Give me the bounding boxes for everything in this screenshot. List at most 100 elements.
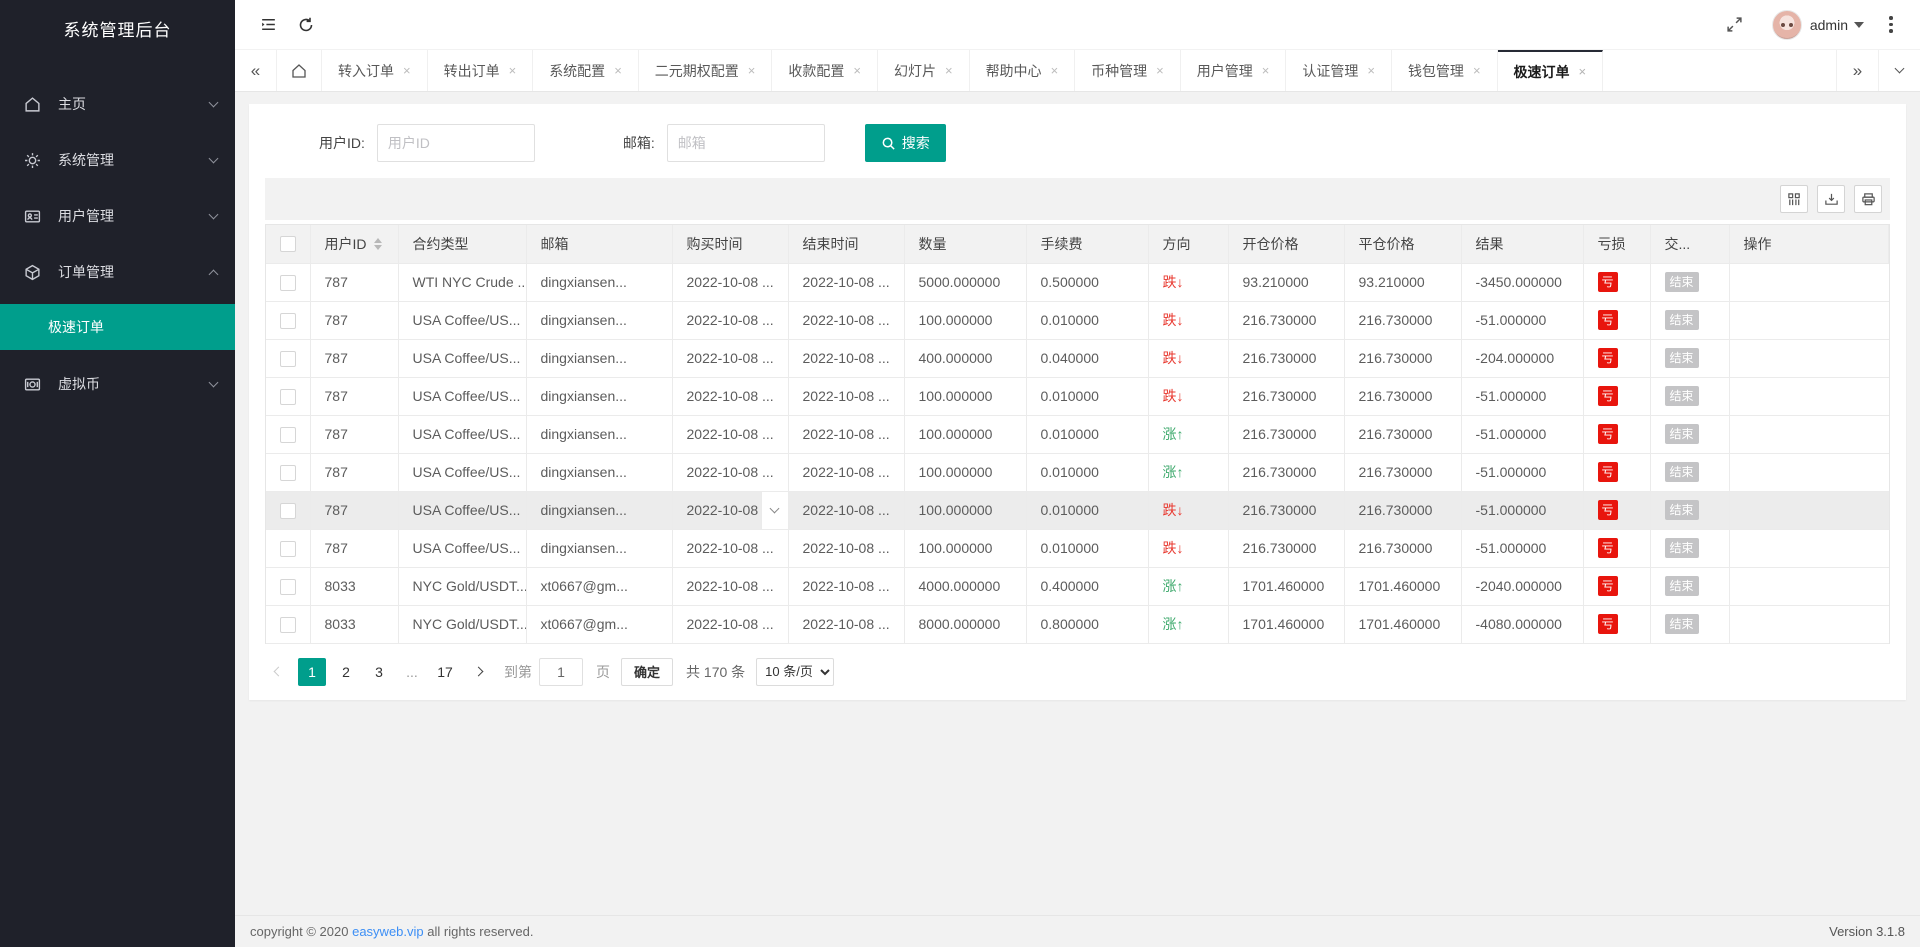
search-icon: [881, 136, 896, 151]
row-checkbox[interactable]: [280, 541, 296, 557]
column-header[interactable]: 用户ID: [310, 225, 398, 263]
print-icon[interactable]: [1854, 185, 1882, 213]
column-header[interactable]: 方向: [1148, 225, 1228, 263]
footer-link[interactable]: easyweb.vip: [352, 924, 424, 939]
column-label: 购买时间: [687, 236, 743, 252]
email-input[interactable]: [667, 124, 825, 162]
row-checkbox[interactable]: [280, 275, 296, 291]
tab-item[interactable]: 系统配置 ×: [533, 50, 639, 91]
tab-close-icon[interactable]: ×: [403, 63, 411, 78]
page-button[interactable]: ...: [399, 658, 425, 686]
cell-user-id: 8033: [310, 605, 398, 643]
tab-item[interactable]: 收款配置 ×: [772, 50, 878, 91]
tab-close-icon[interactable]: ×: [614, 63, 622, 78]
tab-home[interactable]: [277, 50, 322, 91]
total-count: 共 170 条: [686, 662, 745, 682]
tab-close-icon[interactable]: ×: [853, 63, 861, 78]
row-checkbox[interactable]: [280, 465, 296, 481]
prev-page-button[interactable]: [265, 658, 291, 686]
column-header[interactable]: 邮箱: [526, 225, 672, 263]
row-checkbox[interactable]: [280, 313, 296, 329]
cell-loss: 亏: [1583, 415, 1650, 453]
row-checkbox[interactable]: [280, 503, 296, 519]
sidebar-toggle-icon[interactable]: [249, 6, 287, 44]
tab-item[interactable]: 幻灯片 ×: [878, 50, 970, 91]
cell-actions: [1729, 377, 1889, 415]
column-header[interactable]: 操作: [1729, 225, 1889, 263]
cell-buy-time: 2022-10-08 ...: [672, 263, 788, 301]
tab-close-icon[interactable]: ×: [1367, 63, 1375, 78]
content-spacer: [235, 700, 1920, 916]
tab-close-icon[interactable]: ×: [1473, 63, 1481, 78]
columns-icon[interactable]: [1780, 185, 1808, 213]
column-header[interactable]: 交...: [1650, 225, 1729, 263]
tabs-expand-button[interactable]: »: [1836, 50, 1878, 91]
select-all-checkbox[interactable]: [280, 236, 296, 252]
sidebar-item-orders[interactable]: 订单管理: [0, 250, 235, 294]
column-header[interactable]: 结果: [1461, 225, 1583, 263]
user-id-input[interactable]: [377, 124, 535, 162]
status-badge: 结束: [1665, 386, 1699, 406]
row-checkbox[interactable]: [280, 579, 296, 595]
page-button[interactable]: 1: [298, 658, 326, 686]
cell-direction: 跌↓: [1148, 529, 1228, 567]
page-button[interactable]: 3: [366, 658, 392, 686]
column-header[interactable]: 购买时间: [672, 225, 788, 263]
tab-close-icon[interactable]: ×: [1051, 63, 1059, 78]
sidebar-subitem-express-orders[interactable]: 极速订单: [0, 304, 235, 350]
status-badge: 结束: [1665, 538, 1699, 558]
goto-page-input[interactable]: [539, 658, 583, 686]
row-checkbox[interactable]: [280, 351, 296, 367]
refresh-icon[interactable]: [287, 6, 325, 44]
tabs-menu-button[interactable]: [1878, 50, 1920, 91]
tab-item[interactable]: 极速订单 ×: [1498, 50, 1604, 91]
row-checkbox[interactable]: [280, 427, 296, 443]
column-header[interactable]: 手续费: [1026, 225, 1148, 263]
sort-icon[interactable]: [374, 238, 382, 250]
tab-item[interactable]: 帮助中心 ×: [970, 50, 1076, 91]
tabs-collapse-button[interactable]: «: [235, 50, 277, 91]
confirm-button[interactable]: 确定: [621, 658, 673, 686]
tab-item[interactable]: 转入订单 ×: [322, 50, 428, 91]
tab-item[interactable]: 用户管理 ×: [1181, 50, 1287, 91]
tab-close-icon[interactable]: ×: [509, 63, 517, 78]
page-button[interactable]: 2: [333, 658, 359, 686]
column-header[interactable]: 开仓价格: [1228, 225, 1344, 263]
column-header[interactable]: 亏损: [1583, 225, 1650, 263]
tab-item[interactable]: 二元期权配置 ×: [639, 50, 773, 91]
cell-direction: 跌↓: [1148, 491, 1228, 529]
tab-close-icon[interactable]: ×: [748, 63, 756, 78]
sidebar-item-crypto[interactable]: 虚拟币: [0, 362, 235, 406]
fullscreen-icon[interactable]: [1716, 6, 1754, 44]
search-button[interactable]: 搜索: [865, 124, 946, 162]
next-page-button[interactable]: [465, 658, 491, 686]
tab-item[interactable]: 钱包管理 ×: [1392, 50, 1498, 91]
tab-close-icon[interactable]: ×: [1579, 64, 1587, 79]
column-header[interactable]: 合约类型: [398, 225, 526, 263]
more-menu-icon[interactable]: [1878, 16, 1904, 33]
tab-close-icon[interactable]: ×: [945, 63, 953, 78]
tab-item[interactable]: 转出订单 ×: [428, 50, 534, 91]
tab-close-icon[interactable]: ×: [1262, 63, 1270, 78]
sidebar-item-system[interactable]: 系统管理: [0, 138, 235, 182]
row-checkbox[interactable]: [280, 389, 296, 405]
tab-close-icon[interactable]: ×: [1156, 63, 1164, 78]
export-icon[interactable]: [1817, 185, 1845, 213]
tab-item[interactable]: 币种管理 ×: [1075, 50, 1181, 91]
avatar[interactable]: [1772, 10, 1802, 40]
tab-item[interactable]: 认证管理 ×: [1286, 50, 1392, 91]
row-checkbox[interactable]: [280, 617, 296, 633]
status-badge: 结束: [1665, 348, 1699, 368]
cell-email: dingxiansen...: [526, 301, 672, 339]
user-menu[interactable]: admin: [1810, 17, 1864, 33]
select-all-cell: [266, 225, 310, 263]
sidebar-item-home[interactable]: 主页: [0, 82, 235, 126]
page-button[interactable]: 17: [432, 658, 458, 686]
sidebar-item-users[interactable]: 用户管理: [0, 194, 235, 238]
cell-fee: 0.010000: [1026, 415, 1148, 453]
per-page-select[interactable]: 10 条/页: [756, 658, 834, 686]
column-header[interactable]: 平仓价格: [1344, 225, 1461, 263]
row-expander-icon[interactable]: [761, 492, 788, 529]
column-header[interactable]: 结束时间: [788, 225, 904, 263]
column-header[interactable]: 数量: [904, 225, 1026, 263]
